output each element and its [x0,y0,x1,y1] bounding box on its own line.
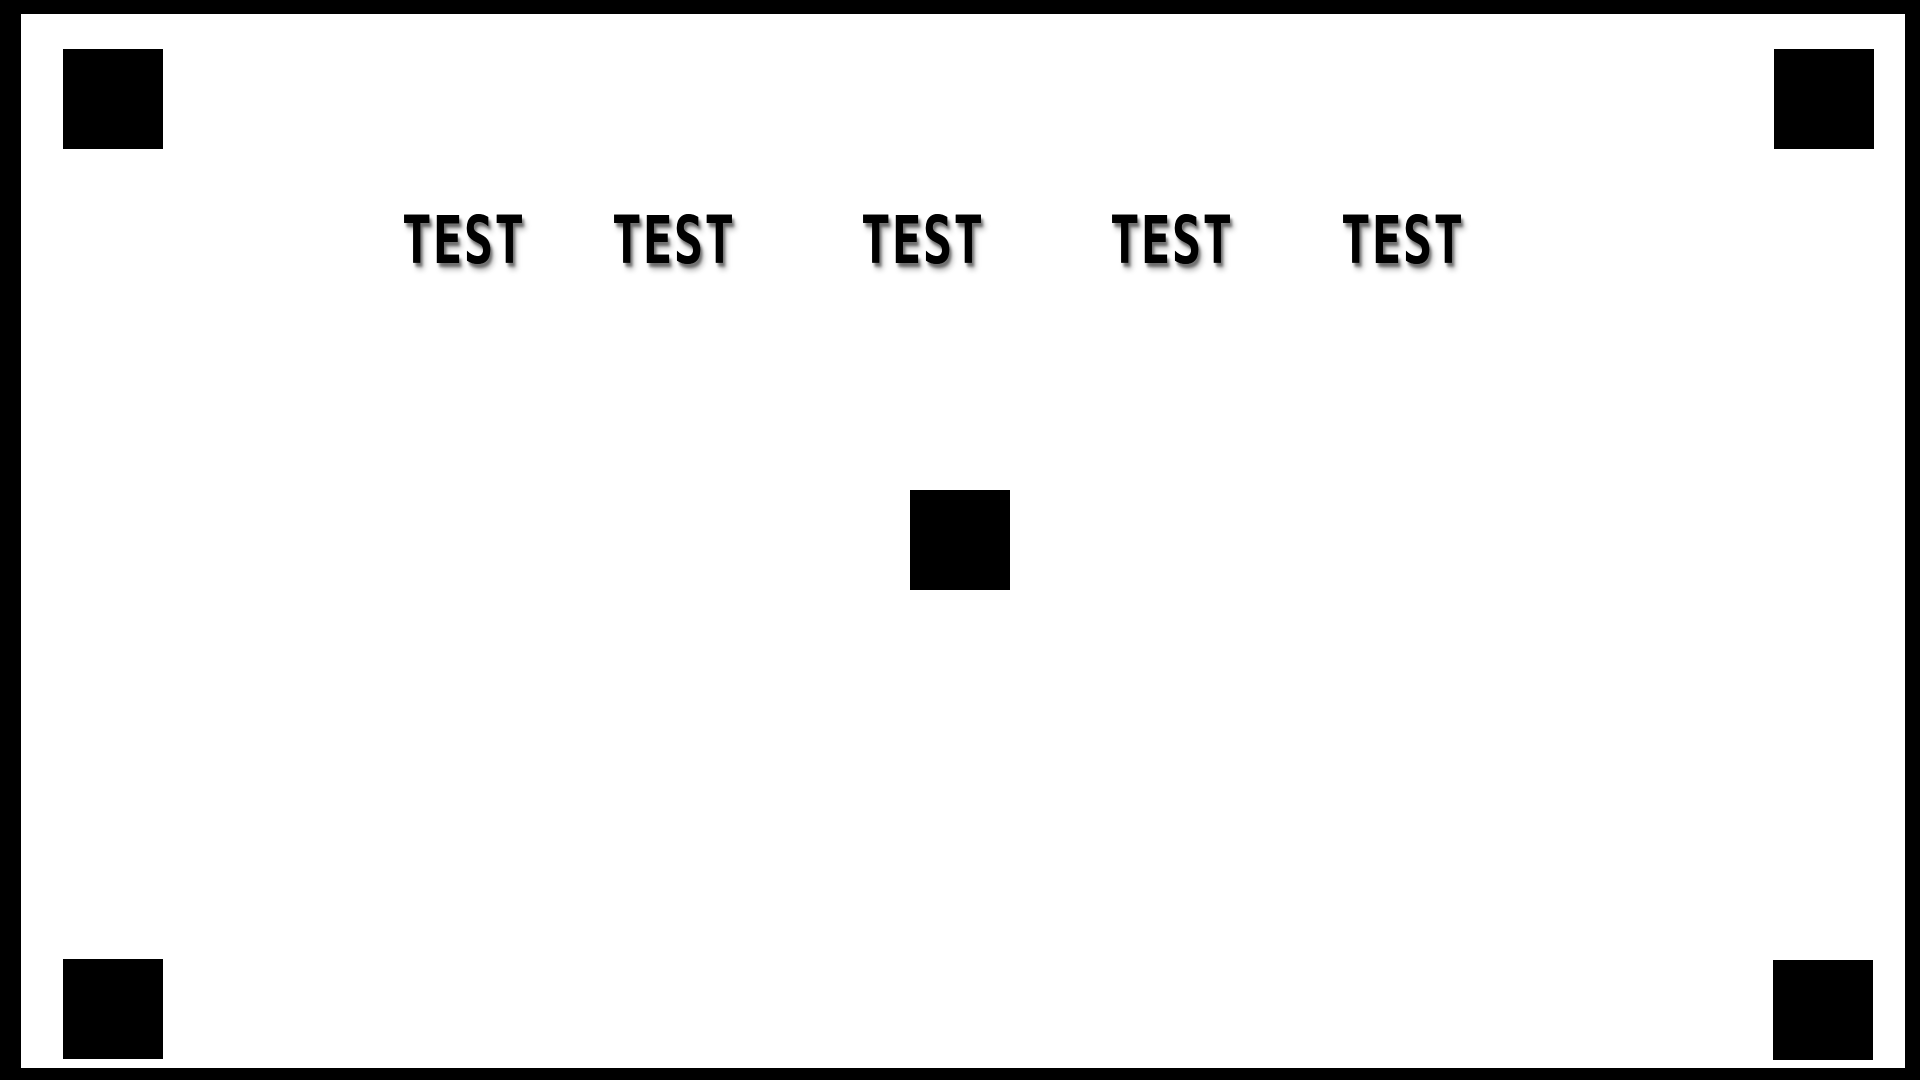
calibration-marker-center [910,490,1010,590]
test-label-3: TEST [861,202,985,279]
calibration-marker-top-right [1774,49,1874,149]
calibration-marker-bottom-left [63,959,163,1059]
screen-border: TEST TEST TEST TEST TEST [0,0,1920,1080]
test-label-1: TEST [402,202,526,279]
calibration-marker-bottom-right [1773,960,1873,1060]
test-label-5: TEST [1341,202,1465,279]
calibration-marker-top-left [63,49,163,149]
test-label-2: TEST [612,202,736,279]
test-label-4: TEST [1110,202,1234,279]
